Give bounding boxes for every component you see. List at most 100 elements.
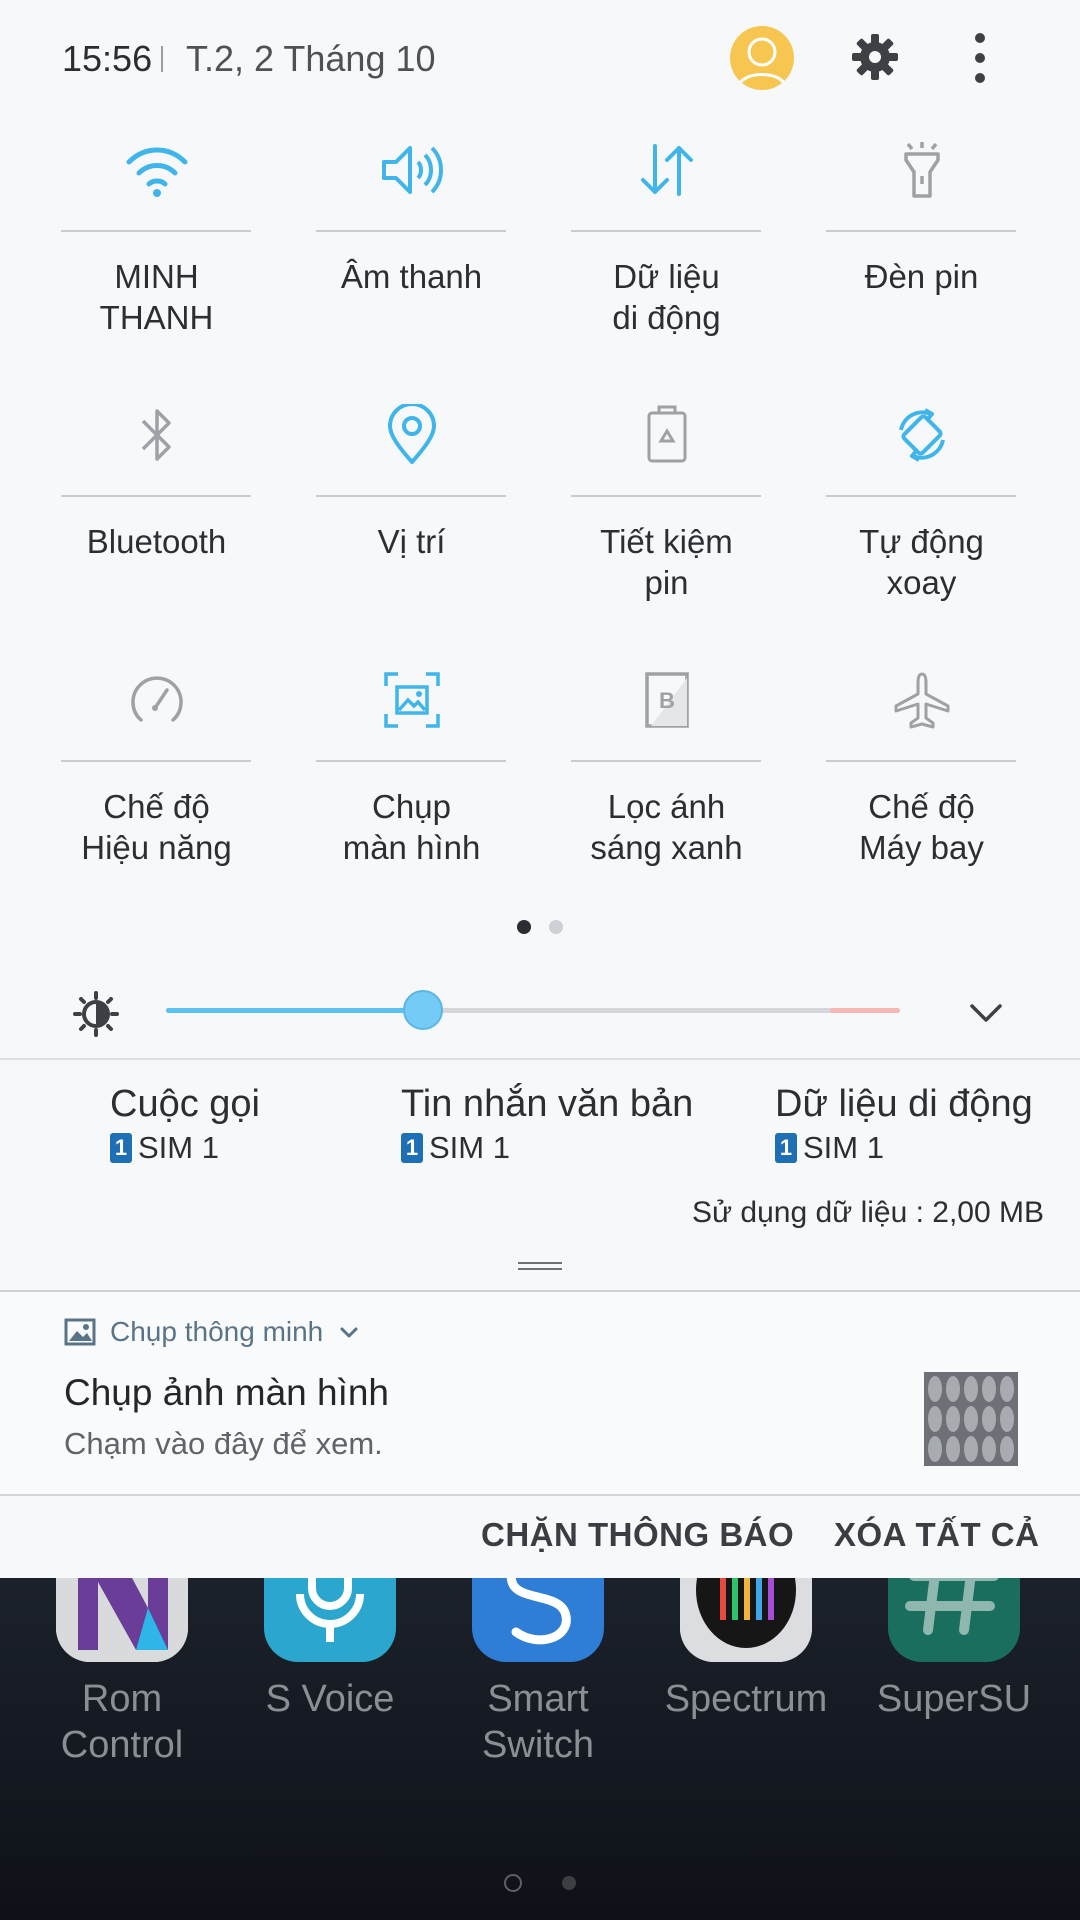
home-app-label: Rom Control (60, 1678, 184, 1766)
home-app-label: Smart Switch (482, 1678, 594, 1766)
clear-all-button[interactable]: XÓA TẤT CẢ (834, 1516, 1039, 1554)
tile-divider (61, 760, 251, 762)
airplane-icon (878, 656, 966, 744)
tile-divider (571, 760, 761, 762)
tile-divider (316, 495, 506, 497)
tile-divider (316, 230, 506, 232)
tile-label: Đèn pin (864, 258, 979, 295)
home-app-label: S Voice (265, 1678, 395, 1720)
divider (0, 1058, 1080, 1060)
quick-panel: 15:56 T.2, 2 Tháng 10 MINH THANH Âm than… (0, 0, 1080, 1578)
brightness-slider-thumb[interactable] (402, 990, 443, 1030)
sim-calls-title: Cuộc gọi (110, 1083, 260, 1125)
more-options-button[interactable] (960, 28, 1000, 88)
wifi-icon (113, 126, 201, 214)
home-page-dot (562, 1876, 576, 1890)
mobile-data-icon (623, 126, 711, 214)
tile-divider (826, 495, 1016, 497)
location-icon (368, 391, 456, 479)
notification-title: Chụp ảnh màn hình (64, 1372, 390, 1413)
tile-divider (316, 760, 506, 762)
notification-actions: CHẶN THÔNG BÁO XÓA TẤT CẢ (0, 1496, 1080, 1578)
brightness-control (0, 976, 1080, 1046)
user-avatar[interactable] (730, 26, 794, 90)
image-icon (64, 1318, 96, 1346)
sim-calls-value: SIM 1 (138, 1130, 219, 1165)
sim-mobile-data[interactable]: Dữ liệu di động 1 SIM 1 (775, 1078, 1033, 1166)
notification-app-name: Chụp thông minh (110, 1316, 324, 1347)
tile-divider (826, 760, 1016, 762)
notification-header[interactable]: Chụp thông minh (64, 1316, 361, 1348)
more-vertical-icon (975, 33, 985, 83)
tile-divider (571, 495, 761, 497)
home-app-label: Spectrum (664, 1678, 828, 1720)
sim-mobile-data-value: SIM 1 (803, 1130, 884, 1165)
battery-saver-icon (623, 391, 711, 479)
date: T.2, 2 Tháng 10 (186, 38, 436, 79)
panel-drag-handle[interactable] (518, 1262, 562, 1272)
tile-screenshot[interactable]: Chụp màn hình (284, 648, 539, 913)
tile-label: Âm thanh (340, 258, 483, 295)
tile-location[interactable]: Vị trí (284, 383, 539, 648)
tile-divider (571, 230, 761, 232)
page-dot-active[interactable] (517, 920, 531, 934)
tile-label: Dữ liệu di động (612, 258, 721, 336)
home-app-label: SuperSU (876, 1678, 1032, 1720)
flashlight-icon (878, 126, 966, 214)
tile-label: Bluetooth (86, 523, 227, 560)
block-notifications-button[interactable]: CHẶN THÔNG BÁO (481, 1516, 794, 1554)
tile-label: Vị trí (377, 523, 446, 560)
brightness-high-zone (830, 1008, 900, 1013)
tile-label: Lọc ánh sáng xanh (590, 788, 743, 866)
blue-light-filter-icon: B (623, 656, 711, 744)
page-dot[interactable] (549, 920, 563, 934)
clock: 15:56 (62, 38, 153, 79)
tile-sound[interactable]: Âm thanh (284, 118, 539, 383)
sim-manager[interactable]: Cuộc gọi 1 SIM 1 Tin nhắn văn bản 1 SIM … (0, 1078, 1080, 1188)
tile-divider (61, 495, 251, 497)
tile-flashlight[interactable]: Đèn pin (794, 118, 1049, 383)
performance-mode-icon (113, 656, 201, 744)
sim-mobile-data-title: Dữ liệu di động (775, 1083, 1033, 1125)
settings-button[interactable] (850, 32, 900, 82)
tile-bluetooth[interactable]: Bluetooth (29, 383, 284, 648)
header-separator (161, 46, 163, 72)
screenshot-thumbnail[interactable] (924, 1372, 1018, 1466)
tile-label: Chụp màn hình (342, 788, 481, 866)
sim-messages-title: Tin nhắn văn bản (401, 1083, 694, 1125)
home-page-dot-home (504, 1874, 522, 1892)
screenshot-icon (368, 656, 456, 744)
svg-text:B: B (659, 688, 675, 713)
brightness-expand-button[interactable] (966, 994, 1006, 1030)
tile-page-indicator (0, 920, 1080, 934)
brightness-slider-fill (166, 1008, 423, 1013)
auto-rotate-icon (878, 391, 966, 479)
home-page-indicator (0, 1874, 1080, 1892)
data-usage-text: Sử dụng dữ liệu : 2,00 MB (691, 1196, 1044, 1229)
tile-label: Tự động xoay (859, 523, 984, 601)
tile-wifi[interactable]: MINH THANH (29, 118, 284, 383)
tile-mobile-data[interactable]: Dữ liệu di động (539, 118, 794, 383)
sim-calls[interactable]: Cuộc gọi 1 SIM 1 (110, 1078, 260, 1166)
sim-messages[interactable]: Tin nhắn văn bản 1 SIM 1 (401, 1078, 693, 1166)
chevron-down-icon[interactable] (337, 1322, 361, 1342)
brightness-slider[interactable] (166, 1008, 900, 1013)
tile-divider (61, 230, 251, 232)
tile-blue-light-filter[interactable]: B Lọc ánh sáng xanh (539, 648, 794, 913)
panel-header: 15:56 T.2, 2 Tháng 10 (0, 0, 1080, 118)
tile-auto-rotate[interactable]: Tự động xoay (794, 383, 1049, 648)
volume-icon (368, 126, 456, 214)
bluetooth-icon (113, 391, 201, 479)
tile-label: Chế độ Hiệu năng (81, 788, 232, 866)
tile-performance-mode[interactable]: Chế độ Hiệu năng (29, 648, 284, 913)
tile-label: Tiết kiệm pin (600, 523, 733, 601)
notification-card[interactable]: Chụp thông minh Chụp ảnh màn hình Chạm v… (0, 1292, 1080, 1494)
brightness-icon (72, 990, 120, 1038)
sim-card-icon: 1 (401, 1133, 423, 1163)
tile-airplane-mode[interactable]: Chế độ Máy bay (794, 648, 1049, 913)
sim-card-icon: 1 (110, 1133, 132, 1163)
sim-card-icon: 1 (775, 1133, 797, 1163)
sim-messages-value: SIM 1 (429, 1130, 510, 1165)
tile-battery-saver[interactable]: Tiết kiệm pin (539, 383, 794, 648)
tile-divider (826, 230, 1016, 232)
